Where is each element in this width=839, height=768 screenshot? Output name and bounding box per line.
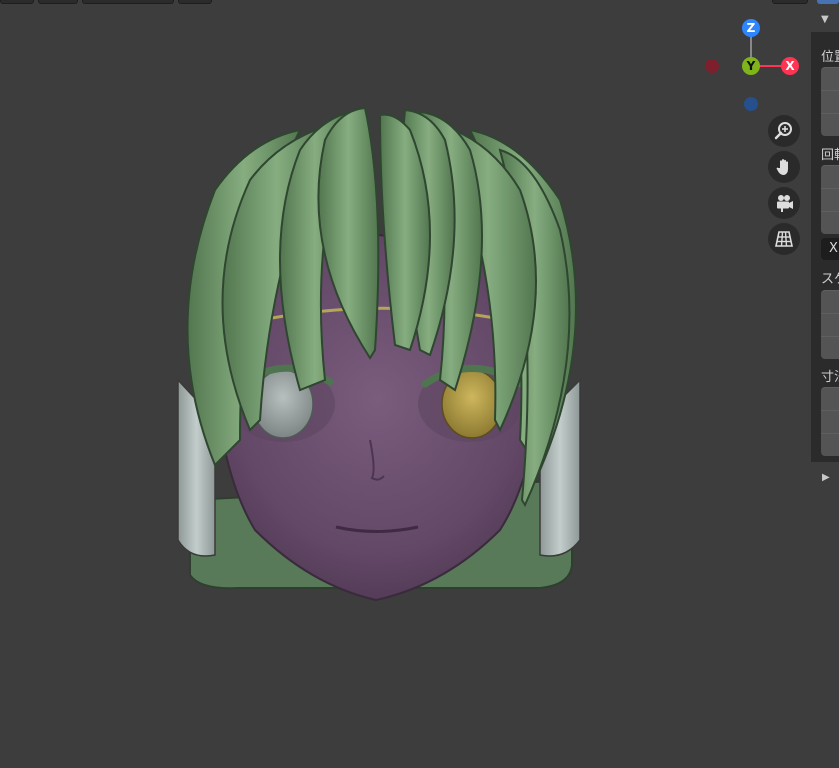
location-z-field[interactable] bbox=[821, 113, 839, 136]
scale-z-field[interactable] bbox=[821, 336, 839, 359]
scale-y-field[interactable] bbox=[821, 313, 839, 336]
perspective-toggle-button[interactable] bbox=[768, 223, 800, 255]
expand-arrow[interactable]: ▶ bbox=[822, 472, 830, 483]
dimensions-x-field[interactable] bbox=[821, 387, 839, 410]
gizmo-y-axis[interactable]: Y bbox=[742, 57, 760, 75]
rotation-mode-dropdown[interactable]: X bbox=[821, 238, 839, 260]
dimensions-z-field[interactable] bbox=[821, 433, 839, 456]
rotation-x-field[interactable] bbox=[821, 165, 839, 188]
gizmo-z-line bbox=[750, 36, 752, 58]
camera-icon bbox=[777, 195, 793, 212]
gizmo-neg-z[interactable] bbox=[744, 97, 758, 111]
rotation-z-field[interactable] bbox=[821, 211, 839, 234]
panel-collapse-arrow[interactable]: ▼ bbox=[821, 14, 829, 25]
pan-button[interactable] bbox=[768, 151, 800, 183]
location-y-field[interactable] bbox=[821, 90, 839, 113]
gizmo-z-axis[interactable]: Z bbox=[742, 19, 760, 37]
scale-label: スケ bbox=[821, 272, 839, 287]
perspective-grid-icon bbox=[775, 231, 793, 247]
gizmo-neg-x[interactable] bbox=[705, 59, 719, 73]
head-model bbox=[177, 106, 581, 602]
3d-viewport[interactable]: Z Y X ▼ 位置 bbox=[0, 0, 839, 768]
dimensions-label: 寸法 bbox=[821, 370, 839, 385]
location-label: 位置 bbox=[821, 50, 839, 65]
camera-view-button[interactable] bbox=[768, 187, 800, 219]
gizmo-x-line bbox=[759, 65, 783, 67]
zoom-button[interactable] bbox=[768, 115, 800, 147]
rotation-y-field[interactable] bbox=[821, 188, 839, 211]
pan-hand-icon bbox=[776, 159, 788, 175]
scale-x-field[interactable] bbox=[821, 290, 839, 313]
location-x-field[interactable] bbox=[821, 67, 839, 90]
zoom-icon bbox=[774, 122, 792, 140]
gizmo-x-axis[interactable]: X bbox=[781, 57, 799, 75]
dimensions-y-field[interactable] bbox=[821, 410, 839, 433]
rotation-label: 回転 bbox=[821, 148, 839, 163]
